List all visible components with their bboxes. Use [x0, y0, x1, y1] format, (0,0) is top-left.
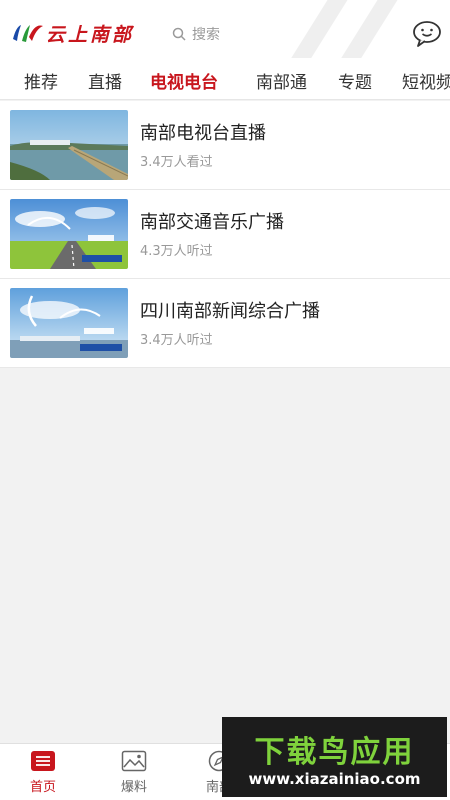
- nav-report-label: 爆料: [120, 780, 147, 795]
- app-name: 云上南部: [46, 23, 135, 46]
- chat-bubble-icon[interactable]: [412, 20, 442, 48]
- search-icon: [172, 27, 186, 41]
- channel-thumbnail: [10, 199, 128, 269]
- channel-thumbnail: [10, 288, 128, 358]
- tab-nanbutong[interactable]: 南部通: [256, 68, 307, 93]
- list-item[interactable]: 四川南部新闻综合广播 3.4万人听过: [0, 279, 450, 368]
- image-icon: [121, 750, 147, 772]
- list-item[interactable]: 南部交通音乐广播 4.3万人听过: [0, 190, 450, 279]
- app-logo[interactable]: 云上南部: [10, 18, 134, 48]
- logo-mark-icon: [13, 25, 43, 42]
- search-box[interactable]: 搜索: [172, 24, 220, 44]
- listen-count: 4.3万人听过: [140, 244, 213, 259]
- home-icon: [31, 751, 55, 771]
- top-bar: 云上南部 搜索: [0, 0, 450, 58]
- nav-report[interactable]: 爆料: [99, 750, 169, 795]
- nav-home-label: 首页: [29, 780, 56, 795]
- tab-short-video[interactable]: 短视频: [402, 68, 450, 93]
- tab-recommend[interactable]: 推荐: [24, 68, 58, 93]
- watermark-banner: 下载鸟应用 www.xiazainiao.com: [222, 717, 447, 797]
- channel-thumbnail: [10, 110, 128, 180]
- channel-list: 南部电视台直播 3.4万人看过 南部交通音乐广播 4.3万人听过 四川南部新闻综…: [0, 101, 450, 368]
- tab-tv-radio[interactable]: 电视电台: [150, 68, 218, 93]
- watermark-title: 下载鸟应用: [254, 735, 415, 770]
- category-tabs: 推荐 直播 电视电台 南部通 专题 短视频: [0, 58, 450, 100]
- tab-topics[interactable]: 专题: [338, 68, 372, 93]
- channel-title: 四川南部新闻综合广播: [140, 301, 320, 322]
- search-placeholder: 搜索: [192, 27, 220, 43]
- background-decoration-icon: [291, 0, 398, 58]
- list-item[interactable]: 南部电视台直播 3.4万人看过: [0, 101, 450, 190]
- watermark-url: www.xiazainiao.com: [248, 770, 421, 788]
- listen-count: 3.4万人听过: [140, 333, 213, 348]
- nav-home[interactable]: 首页: [8, 750, 78, 795]
- view-count: 3.4万人看过: [140, 155, 213, 170]
- channel-title: 南部交通音乐广播: [140, 212, 284, 233]
- tab-live[interactable]: 直播: [88, 68, 122, 93]
- channel-title: 南部电视台直播: [140, 123, 266, 144]
